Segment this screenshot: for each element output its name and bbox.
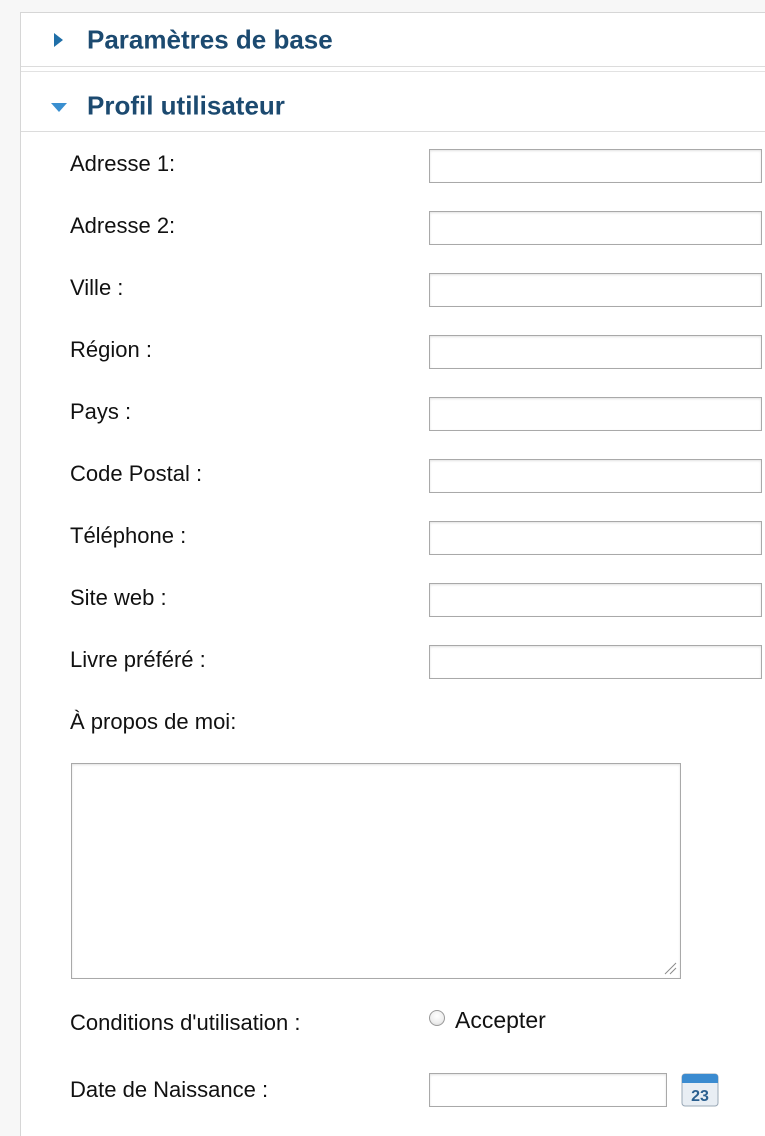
favorite-book-label: Livre préféré : [70,647,206,672]
resize-grip-icon[interactable] [661,959,677,975]
about-me-label: À propos de moi: [70,709,237,734]
favorite-book-input[interactable] [429,645,762,679]
birthdate-input[interactable] [429,1073,667,1107]
terms-label: Conditions d'utilisation : [70,1010,301,1035]
city-input[interactable] [429,273,762,307]
panel-divider [21,71,765,72]
phone-label: Téléphone : [70,523,187,548]
panel-title-basic-settings: Paramètres de base [87,24,333,54]
address1-input[interactable] [429,149,762,183]
triangle-down-icon [51,102,67,112]
region-label: Région : [70,337,152,362]
country-label: Pays : [70,399,132,424]
about-me-textarea[interactable] [71,763,681,979]
address2-input[interactable] [429,211,762,245]
address2-label: Adresse 2: [70,213,176,238]
calendar-icon[interactable]: 23 [681,1073,719,1107]
region-input[interactable] [429,335,762,369]
panel-header-basic-settings[interactable]: Paramètres de base [21,13,765,67]
country-input[interactable] [429,397,762,431]
website-label: Site web : [70,585,167,610]
city-label: Ville : [70,275,124,300]
website-input[interactable] [429,583,762,617]
postal-code-label: Code Postal : [70,461,203,486]
panel-title-user-profile: Profil utilisateur [87,90,285,120]
accept-terms-label[interactable]: Accepter [455,1007,546,1034]
accept-terms-radio[interactable] [429,1010,445,1026]
postal-code-input[interactable] [429,459,762,493]
birthdate-label: Date de Naissance : [70,1077,269,1102]
phone-input[interactable] [429,521,762,555]
panel-header-user-profile[interactable]: Profil utilisateur [21,80,765,132]
address1-label: Adresse 1: [70,151,176,176]
profile-form-frame: Paramètres de base Profil utilisateur Ad… [20,12,765,1136]
calendar-icon-day: 23 [691,1088,709,1105]
triangle-right-icon [54,32,63,47]
